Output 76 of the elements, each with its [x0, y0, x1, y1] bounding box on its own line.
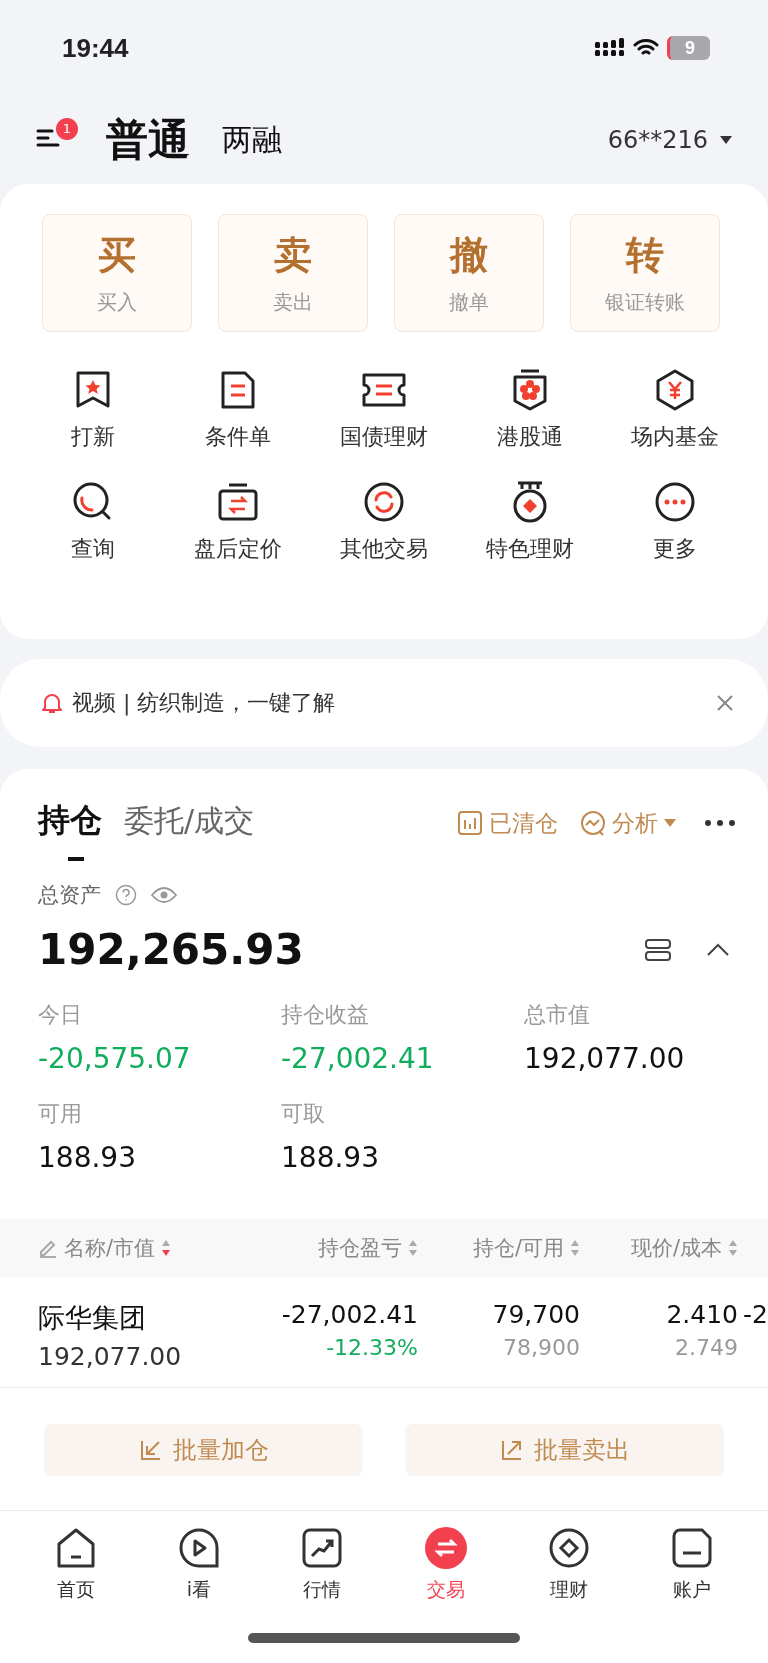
total-assets-label: 总资产 [38, 882, 101, 909]
layout-toggle-icon[interactable] [644, 937, 672, 962]
profit-loss: -27,002.41 [281, 1300, 418, 1329]
menu-icon[interactable] [36, 128, 60, 148]
more-dots-icon[interactable] [704, 819, 736, 827]
swap-icon[interactable] [424, 1527, 467, 1569]
holdings-tab[interactable]: 持仓 [38, 799, 102, 861]
sort-icon[interactable] [161, 1239, 172, 1257]
account-type-tab[interactable]: 两融 [222, 119, 282, 161]
service-label[interactable]: 其他交易 [340, 534, 428, 564]
notice-text: 视频 | 纺织制造，一键了解 [72, 689, 336, 718]
stat-label: 可用 [38, 1100, 83, 1128]
help-icon[interactable] [115, 884, 137, 906]
trade-action-button[interactable]: 转 银证转账 [570, 214, 720, 332]
account-selector[interactable]: 66**216 [607, 126, 708, 154]
service-label[interactable]: 查询 [70, 534, 115, 564]
stat-label: 可取 [281, 1100, 326, 1128]
battery-indicator: 9 [667, 36, 710, 60]
eye-icon[interactable] [151, 886, 177, 904]
close-icon[interactable] [716, 694, 734, 712]
nav-tab[interactable]: 理财 [549, 1577, 588, 1603]
nav-tab[interactable]: 交易 [426, 1577, 465, 1603]
status-time: 19:44 [62, 32, 130, 64]
nav-tab[interactable]: 行情 [303, 1577, 342, 1603]
service-label[interactable]: 国债理财 [340, 422, 428, 452]
stat-value: -20,575.07 [38, 1042, 192, 1075]
stat-label: 总市值 [524, 1001, 591, 1029]
position-row[interactable]: 际华集团 192,077.00 -27,002.41 -12.33% 79,700 78,900 2.410 2.749 -2 [0, 1278, 768, 1388]
trade-action-button[interactable]: 撤 撤单 [394, 214, 544, 332]
account-card-icon[interactable] [671, 1527, 714, 1569]
stat-label: 今日 [38, 1001, 83, 1029]
service-label[interactable]: 盘后定价 [194, 534, 283, 564]
caret-icon [720, 135, 732, 145]
signal-icon [595, 38, 625, 58]
holdings-tab[interactable]: 委托/成交 [124, 800, 255, 860]
trade-action-button[interactable]: 买 买入 [42, 214, 192, 332]
service-label[interactable]: 场内基金 [631, 422, 720, 452]
bar-chart-icon[interactable] [457, 810, 483, 836]
arrow-in-icon [138, 1438, 163, 1462]
nav-tab[interactable]: 账户 [673, 1577, 712, 1603]
cost-price: 2.749 [675, 1335, 738, 1360]
service-label[interactable]: 打新 [70, 422, 115, 452]
diamond-coin-icon[interactable] [547, 1527, 590, 1569]
total-assets-value: 192,265.93 [38, 925, 304, 974]
stat-value: -27,002.41 [281, 1042, 435, 1075]
yen-hexagon-icon[interactable] [655, 368, 696, 412]
profit-loss-percent: -12.33% [326, 1335, 418, 1360]
trade-action-button[interactable]: 卖 卖出 [218, 214, 368, 332]
table-cell: -2 [743, 1300, 768, 1329]
trend-chart-icon[interactable] [301, 1527, 344, 1569]
market-value: 192,077.00 [38, 1342, 183, 1371]
stat-value: 192,077.00 [524, 1042, 686, 1075]
service-label[interactable]: 更多 [653, 534, 698, 564]
position-quantity: 79,700 [492, 1300, 580, 1329]
stat-value: 188.93 [38, 1141, 137, 1174]
service-label[interactable]: 港股通 [496, 422, 563, 452]
nav-tab[interactable]: i看 [186, 1577, 212, 1603]
stat-label: 持仓收益 [281, 1001, 370, 1029]
service-label[interactable]: 条件单 [205, 422, 272, 452]
stock-name: 际华集团 [38, 1301, 147, 1335]
account-type-tab[interactable]: 普通 [106, 112, 190, 168]
service-label[interactable]: 特色理财 [485, 534, 574, 564]
collapse-chevron-icon[interactable] [706, 942, 730, 957]
stat-value: 188.93 [281, 1141, 380, 1174]
nav-tab[interactable]: 首页 [56, 1577, 95, 1603]
available-quantity: 78,900 [503, 1335, 580, 1360]
refresh-icon[interactable] [363, 480, 405, 524]
bell-icon [42, 692, 62, 714]
more-icon[interactable] [654, 480, 697, 524]
caret-icon [664, 818, 676, 828]
arrow-out-icon [499, 1438, 524, 1462]
play-icon[interactable] [178, 1527, 220, 1569]
notice-banner[interactable]: 视频 | 纺织制造，一键了解 [0, 659, 768, 747]
analysis-icon[interactable] [580, 810, 606, 836]
current-price: 2.410 [666, 1300, 738, 1329]
notification-badge: 1 [56, 118, 78, 140]
